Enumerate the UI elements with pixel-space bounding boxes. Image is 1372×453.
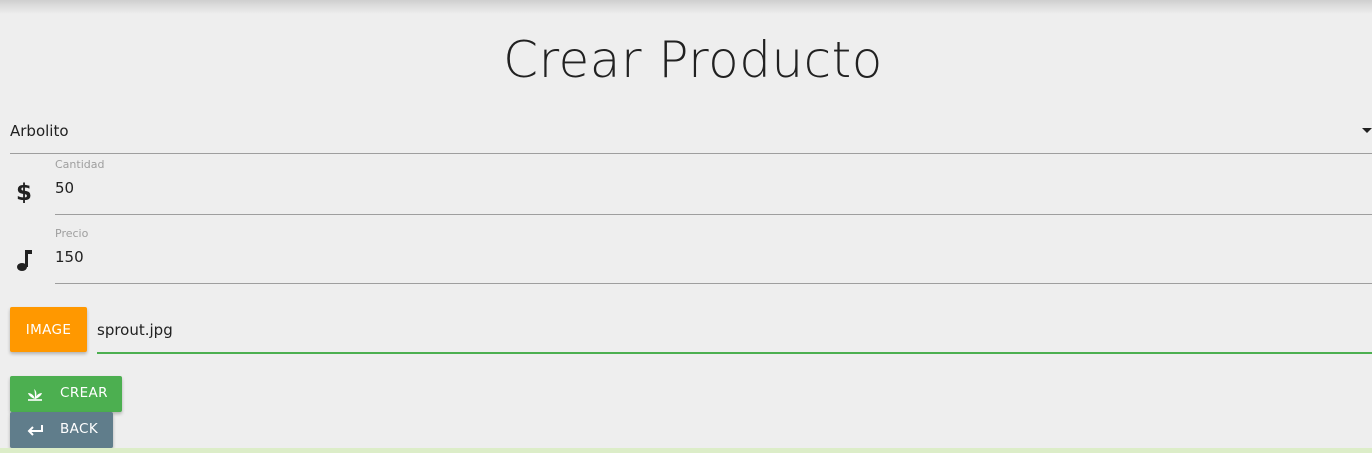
precio-input[interactable] bbox=[55, 245, 655, 269]
cantidad-input[interactable] bbox=[55, 176, 655, 200]
file-name: sprout.jpg bbox=[97, 321, 173, 339]
file-path-field[interactable]: sprout.jpg bbox=[97, 307, 1372, 354]
back-arrow-icon bbox=[26, 422, 44, 438]
top-shadow bbox=[0, 0, 1372, 14]
cantidad-label: Cantidad bbox=[55, 158, 105, 171]
precio-field: Precio bbox=[55, 223, 1372, 284]
back-button[interactable]: BACK bbox=[10, 412, 113, 448]
precio-label: Precio bbox=[55, 227, 89, 240]
svg-text:$: $ bbox=[16, 180, 32, 203]
sprout-icon bbox=[26, 386, 44, 402]
product-select-value: Arbolito bbox=[10, 122, 69, 140]
music-note-icon bbox=[14, 248, 34, 272]
page-title: Crear Producto bbox=[503, 31, 883, 89]
image-upload-button[interactable]: IMAGE bbox=[10, 307, 87, 352]
product-select[interactable]: Arbolito bbox=[10, 112, 1372, 154]
crear-label: CREAR bbox=[60, 385, 108, 401]
crear-button[interactable]: CREAR bbox=[10, 376, 122, 412]
back-label: BACK bbox=[60, 421, 99, 437]
caret-down-icon bbox=[1362, 128, 1372, 133]
dollar-icon: $ bbox=[14, 179, 34, 206]
cantidad-field: Cantidad bbox=[55, 154, 1372, 215]
bottom-strip bbox=[0, 448, 1372, 453]
